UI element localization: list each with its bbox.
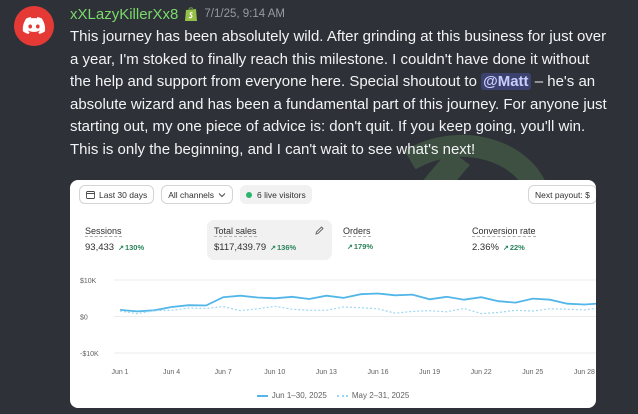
x-tick-label: Jun 22	[471, 369, 492, 376]
x-tick-label: Jun 16	[367, 369, 388, 376]
metric-delta: 130%	[118, 243, 144, 252]
x-tick-label: Jun 28	[574, 369, 595, 376]
metric-label: Total sales	[214, 226, 257, 237]
message-header: xXLazyKillerXx8 7/1/25, 9:14 AM	[70, 5, 285, 23]
metric-value: 2.36%	[472, 242, 499, 253]
metric-sessions[interactable]: Sessions 93,433 130%	[78, 220, 203, 260]
message-body: This journey has been absolutely wild. A…	[70, 26, 610, 161]
timestamp: 7/1/25, 9:14 AM	[204, 8, 285, 20]
x-tick-label: Jun 4	[163, 369, 180, 376]
metric-conversion-rate[interactable]: Conversion rate 2.36% 22%	[465, 220, 590, 260]
x-tick-label: Jun 19	[419, 369, 440, 376]
series-line-previous	[119, 305, 596, 315]
discord-logo-icon	[22, 17, 46, 34]
y-tick-label: -$10K	[80, 351, 99, 358]
avatar[interactable]	[14, 6, 54, 46]
channels-label: All channels	[168, 189, 215, 200]
y-tick-label: $10K	[80, 278, 97, 285]
analytics-toolbar: Last 30 days All channels 6 live visitor…	[70, 180, 596, 209]
channels-dropdown[interactable]: All channels	[161, 185, 234, 204]
metric-total-sales[interactable]: Total sales $117,439.79 136%	[207, 220, 332, 260]
metric-label: Conversion rate	[472, 226, 536, 237]
analytics-screenshot[interactable]: Last 30 days All channels 6 live visitor…	[70, 180, 596, 408]
shopify-bag-icon[interactable]	[184, 6, 198, 22]
user-mention[interactable]: @Matt	[481, 73, 531, 90]
username[interactable]: xXLazyKillerXx8	[70, 6, 178, 23]
metric-label: Sessions	[85, 226, 122, 237]
metric-value: 93,433	[85, 242, 115, 253]
x-tick-label: Jun 10	[264, 369, 285, 376]
metric-orders[interactable]: Orders 179%	[336, 220, 461, 260]
legend-swatch-dotted	[336, 394, 348, 397]
next-payout-button[interactable]: Next payout: $	[528, 185, 596, 204]
chart-legend: Jun 1–30, 2025 May 2–31, 2025	[70, 391, 596, 400]
calendar-icon	[86, 191, 95, 199]
payout-label: Next payout: $	[535, 189, 590, 200]
x-tick-label: Jun 7	[215, 369, 232, 376]
metric-label: Orders	[343, 226, 371, 237]
metric-delta: 22%	[503, 243, 525, 252]
x-tick-label: Jun 1	[111, 369, 128, 376]
date-range-button[interactable]: Last 30 days	[79, 185, 155, 204]
live-dot-icon	[246, 191, 253, 198]
series-line-current	[119, 292, 596, 313]
metric-value: $117,439.79	[214, 242, 267, 253]
legend-item-current[interactable]: Jun 1–30, 2025	[256, 391, 327, 400]
metrics-row: Sessions 93,433 130% Total sales $117,43…	[78, 220, 596, 260]
live-visitors-badge[interactable]: 6 live visitors	[240, 185, 312, 204]
legend-swatch-solid	[256, 394, 268, 397]
x-tick-label: Jun 25	[522, 369, 543, 376]
chevron-down-icon	[218, 192, 226, 197]
metric-delta: 179%	[347, 242, 373, 251]
metric-delta: 136%	[270, 243, 296, 252]
y-tick-label: $0	[80, 315, 88, 322]
sales-line-chart[interactable]: $10K $0 -$10K Jun 1 Jun 4 Jun 7 Jun 10 Jun 13 Ju…	[70, 270, 596, 390]
pencil-icon[interactable]	[315, 226, 324, 235]
date-range-label: Last 30 days	[99, 189, 148, 200]
x-tick-label: Jun 13	[316, 369, 337, 376]
legend-label-current: Jun 1–30, 2025	[271, 391, 327, 400]
legend-label-previous: May 2–31, 2025	[351, 391, 410, 400]
live-visitors-label: 6 live visitors	[257, 189, 306, 200]
legend-item-previous[interactable]: May 2–31, 2025	[336, 391, 410, 400]
